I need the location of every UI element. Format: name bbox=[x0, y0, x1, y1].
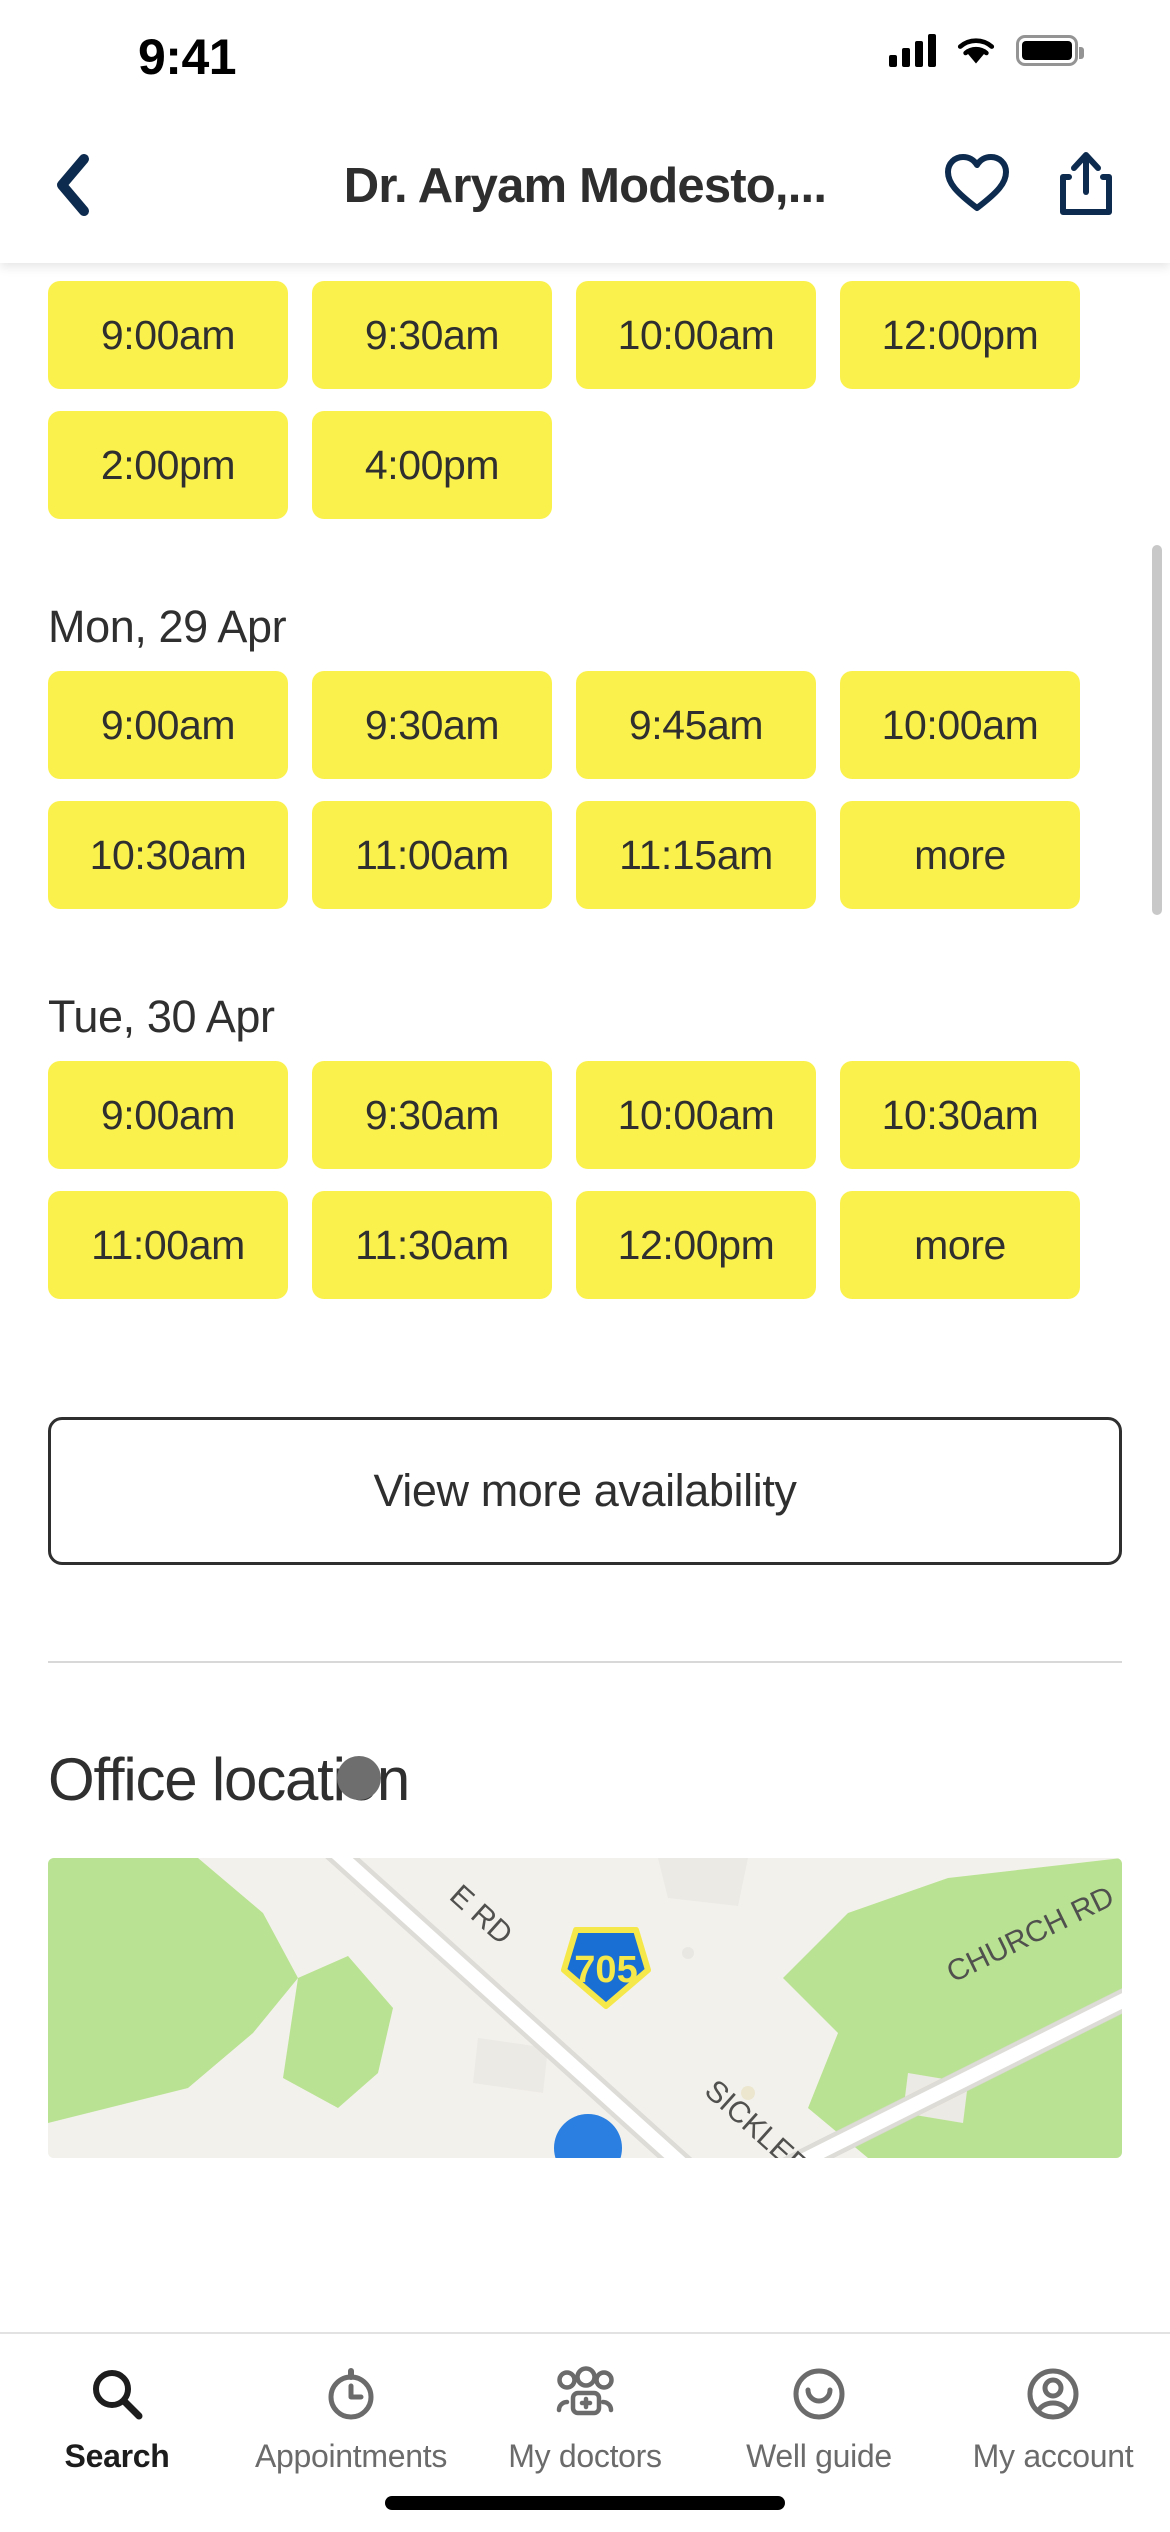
time-slot-chip[interactable]: 9:00am bbox=[48, 281, 288, 389]
time-slot-chip[interactable]: 10:00am bbox=[576, 281, 816, 389]
status-bar: 9:41 bbox=[0, 0, 1170, 100]
status-bar-time: 9:41 bbox=[138, 29, 237, 85]
more-slots-chip[interactable]: more bbox=[840, 801, 1080, 909]
time-slot-chip[interactable]: 9:00am bbox=[48, 1061, 288, 1169]
app-screen: 9:41 Dr. Aryam Modesto,... 9:00am 9:30am… bbox=[0, 0, 1170, 2532]
scroll-content[interactable]: 9:00am 9:30am 10:00am 12:00pm 2:00pm 4:0… bbox=[0, 263, 1170, 2432]
route-shield-number: 705 bbox=[574, 1949, 637, 1991]
status-bar-indicators bbox=[889, 33, 1084, 67]
time-slot-chip[interactable]: 12:00pm bbox=[576, 1191, 816, 1299]
tab-well-guide[interactable]: Well guide bbox=[702, 2362, 936, 2475]
time-slot-chip[interactable]: 10:30am bbox=[48, 801, 288, 909]
tab-search[interactable]: Search bbox=[0, 2362, 234, 2475]
people-add-icon bbox=[553, 2362, 617, 2426]
wifi-icon bbox=[957, 38, 995, 64]
navigation-bar: Dr. Aryam Modesto,... bbox=[0, 100, 1170, 263]
vertical-scrollbar[interactable] bbox=[1152, 545, 1162, 915]
time-slot-chip[interactable]: 9:30am bbox=[312, 1061, 552, 1169]
section-divider bbox=[48, 1661, 1122, 1663]
share-icon bbox=[1060, 152, 1112, 215]
time-slot-chip[interactable]: 11:30am bbox=[312, 1191, 552, 1299]
time-slot-chip[interactable]: 4:00pm bbox=[312, 411, 552, 519]
tab-label: Well guide bbox=[746, 2438, 892, 2474]
heart-icon bbox=[945, 154, 1009, 211]
share-button[interactable] bbox=[1056, 150, 1122, 218]
time-slot-chip[interactable]: 10:30am bbox=[840, 1061, 1080, 1169]
tab-appointments[interactable]: Appointments bbox=[234, 2362, 468, 2475]
view-more-availability-button[interactable]: View more availability bbox=[48, 1417, 1122, 1565]
stopwatch-icon bbox=[322, 2362, 380, 2426]
battery-icon bbox=[1016, 34, 1084, 66]
touch-indicator bbox=[337, 1756, 381, 1800]
tab-label: Search bbox=[64, 2438, 170, 2474]
view-more-availability-container: View more availability bbox=[0, 1417, 1170, 1565]
time-slot-chip[interactable]: 12:00pm bbox=[840, 281, 1080, 389]
availability-date-heading: Mon, 29 Apr bbox=[48, 601, 287, 652]
time-slot-chip[interactable]: 11:00am bbox=[48, 1191, 288, 1299]
tab-my-account[interactable]: My account bbox=[936, 2362, 1170, 2475]
tab-label: My doctors bbox=[508, 2438, 662, 2474]
slot-grid-tue-30-apr: 9:00am 9:30am 10:00am 10:30am 11:00am 11… bbox=[0, 1061, 1170, 1299]
time-slot-chip[interactable]: 9:30am bbox=[312, 671, 552, 779]
signal-bars-icon bbox=[889, 33, 936, 67]
search-icon bbox=[88, 2362, 146, 2426]
time-slot-chip[interactable]: 9:45am bbox=[576, 671, 816, 779]
time-slot-chip[interactable]: 11:15am bbox=[576, 801, 816, 909]
time-slot-chip[interactable]: 2:00pm bbox=[48, 411, 288, 519]
slot-grid-partial-day: 9:00am 9:30am 10:00am 12:00pm 2:00pm 4:0… bbox=[0, 281, 1170, 519]
map-dot-b bbox=[682, 1947, 694, 1959]
office-location-map[interactable]: E RD CHURCH RD SICKLERVI 705 bbox=[48, 1858, 1122, 2158]
smiley-icon bbox=[790, 2362, 848, 2426]
time-slot-chip[interactable]: 9:00am bbox=[48, 671, 288, 779]
time-slot-chip[interactable]: 10:00am bbox=[576, 1061, 816, 1169]
tab-label: My account bbox=[972, 2438, 1134, 2474]
tab-my-doctors[interactable]: My doctors bbox=[468, 2362, 702, 2475]
more-slots-chip[interactable]: more bbox=[840, 1191, 1080, 1299]
time-slot-chip[interactable]: 11:00am bbox=[312, 801, 552, 909]
office-location-title: Office location bbox=[48, 1746, 410, 1813]
home-indicator bbox=[385, 2496, 785, 2510]
slot-grid-mon-29-apr: 9:00am 9:30am 9:45am 10:00am 10:30am 11:… bbox=[0, 671, 1170, 909]
tab-label: Appointments bbox=[254, 2438, 448, 2474]
time-slot-chip[interactable]: 9:30am bbox=[312, 281, 552, 389]
availability-date-heading: Tue, 30 Apr bbox=[48, 991, 275, 1042]
account-icon bbox=[1024, 2362, 1082, 2426]
favorite-button[interactable] bbox=[944, 152, 1010, 218]
time-slot-chip[interactable]: 10:00am bbox=[840, 671, 1080, 779]
map-canvas: E RD CHURCH RD SICKLERVI 705 bbox=[48, 1858, 1122, 2158]
